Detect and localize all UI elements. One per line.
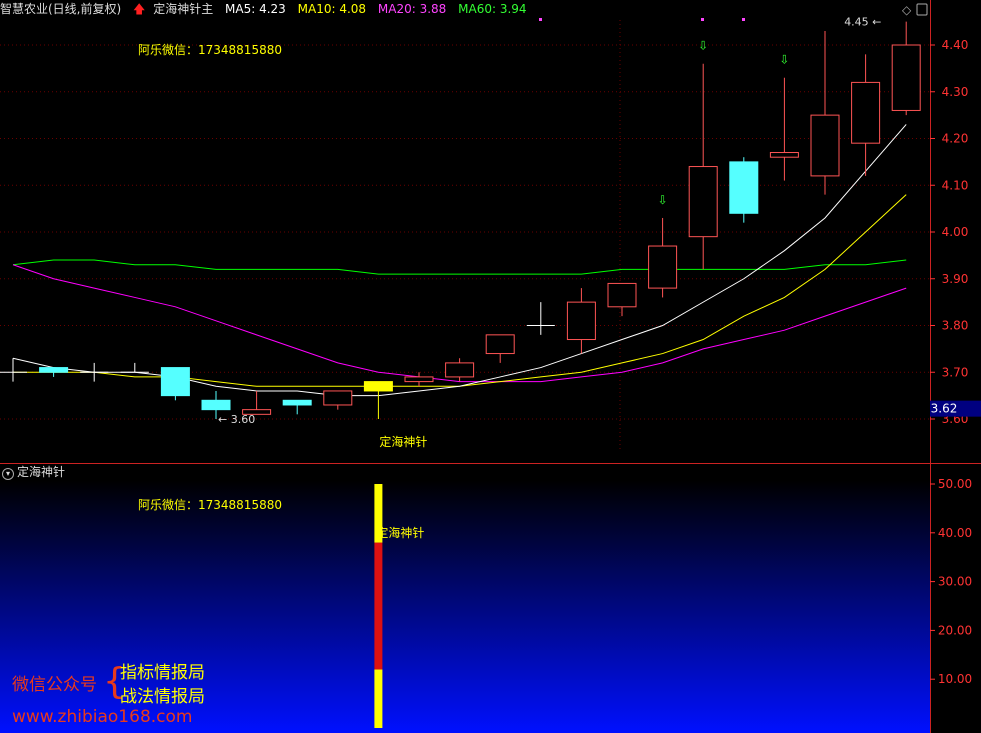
watermark-line2: 战法情报局 bbox=[120, 687, 205, 707]
y-tick-label: 3.70 bbox=[942, 365, 969, 379]
candle-body[interactable] bbox=[810, 114, 840, 177]
ma60-line bbox=[12, 259, 907, 275]
y-tick-label: 4.00 bbox=[942, 225, 969, 239]
candle-body[interactable] bbox=[729, 161, 759, 214]
down-arrow-icon: ⇩ bbox=[698, 39, 708, 53]
candle-body[interactable] bbox=[769, 152, 799, 158]
current-price-label: 3.62 bbox=[931, 402, 958, 416]
top-marker-dot bbox=[539, 18, 542, 21]
ma5-line bbox=[12, 124, 907, 397]
y-tick-label: 4.40 bbox=[942, 38, 969, 52]
signal-bar-segment[interactable] bbox=[374, 542, 383, 670]
watermark-line1: 指标情报局 bbox=[120, 663, 205, 683]
candle-body[interactable] bbox=[485, 334, 515, 355]
candle-body[interactable] bbox=[39, 367, 69, 373]
sub-y-tick-label: 30.00 bbox=[938, 575, 972, 589]
stock-chart-window: 智慧农业(日线,前复权) 🡅 定海神针主 MA5: 4.23 MA10: 4.0… bbox=[0, 0, 981, 733]
candle-body[interactable] bbox=[282, 399, 312, 406]
candle-body[interactable] bbox=[688, 166, 718, 238]
y-tick-label: 4.10 bbox=[942, 178, 969, 192]
sub-y-tick-label: 40.00 bbox=[938, 526, 972, 540]
sub-signal-label: 定海神针 bbox=[376, 525, 424, 540]
candle-body[interactable] bbox=[851, 81, 881, 144]
wechat-label: 微信公众号 bbox=[12, 675, 97, 695]
diamond-icon[interactable]: ◇ bbox=[902, 3, 912, 17]
candle-body[interactable] bbox=[445, 362, 475, 378]
main-pane: 4.404.304.204.104.003.903.803.703.60⇩⇩⇩4… bbox=[0, 16, 981, 450]
y-tick-label: 3.80 bbox=[942, 319, 969, 333]
low-label: ← 3.60 bbox=[218, 413, 255, 426]
signal-bar-segment[interactable] bbox=[374, 669, 383, 728]
y-tick-label: 4.30 bbox=[942, 85, 969, 99]
candle-body[interactable] bbox=[404, 376, 434, 383]
top-marker-dot bbox=[701, 18, 704, 21]
restore-icon[interactable] bbox=[916, 3, 928, 16]
candle-body[interactable] bbox=[607, 282, 637, 308]
top-marker-dot bbox=[742, 18, 745, 21]
chart-canvas[interactable]: ◇ 4.404.304.204.104.003.903.803.703.60⇩⇩… bbox=[0, 0, 981, 733]
contact-label: 阿乐微信：17348815880 bbox=[138, 43, 282, 57]
down-arrow-icon: ⇩ bbox=[779, 53, 789, 67]
y-tick-label: 4.20 bbox=[942, 132, 969, 146]
candle-body[interactable] bbox=[201, 399, 231, 411]
sub-y-tick-label: 20.00 bbox=[938, 623, 972, 637]
sub-y-tick-label: 50.00 bbox=[938, 477, 972, 491]
candle-body[interactable] bbox=[648, 245, 678, 289]
sub-y-tick-label: 10.00 bbox=[938, 672, 972, 686]
signal-label: 定海神针 bbox=[379, 434, 427, 449]
candle-body[interactable] bbox=[323, 390, 353, 406]
high-label: 4.45 ← bbox=[844, 16, 881, 29]
down-arrow-icon: ⇩ bbox=[658, 193, 668, 207]
candle-body[interactable] bbox=[891, 44, 921, 111]
sub-contact-label: 阿乐微信：17348815880 bbox=[138, 498, 282, 512]
candle-body[interactable] bbox=[160, 367, 190, 397]
ma10-line bbox=[13, 194, 907, 387]
watermark-url[interactable]: www.zhibiao168.com bbox=[12, 707, 192, 727]
candle-body[interactable] bbox=[363, 381, 393, 392]
y-tick-label: 3.90 bbox=[942, 272, 969, 286]
candle-body[interactable] bbox=[566, 301, 596, 341]
